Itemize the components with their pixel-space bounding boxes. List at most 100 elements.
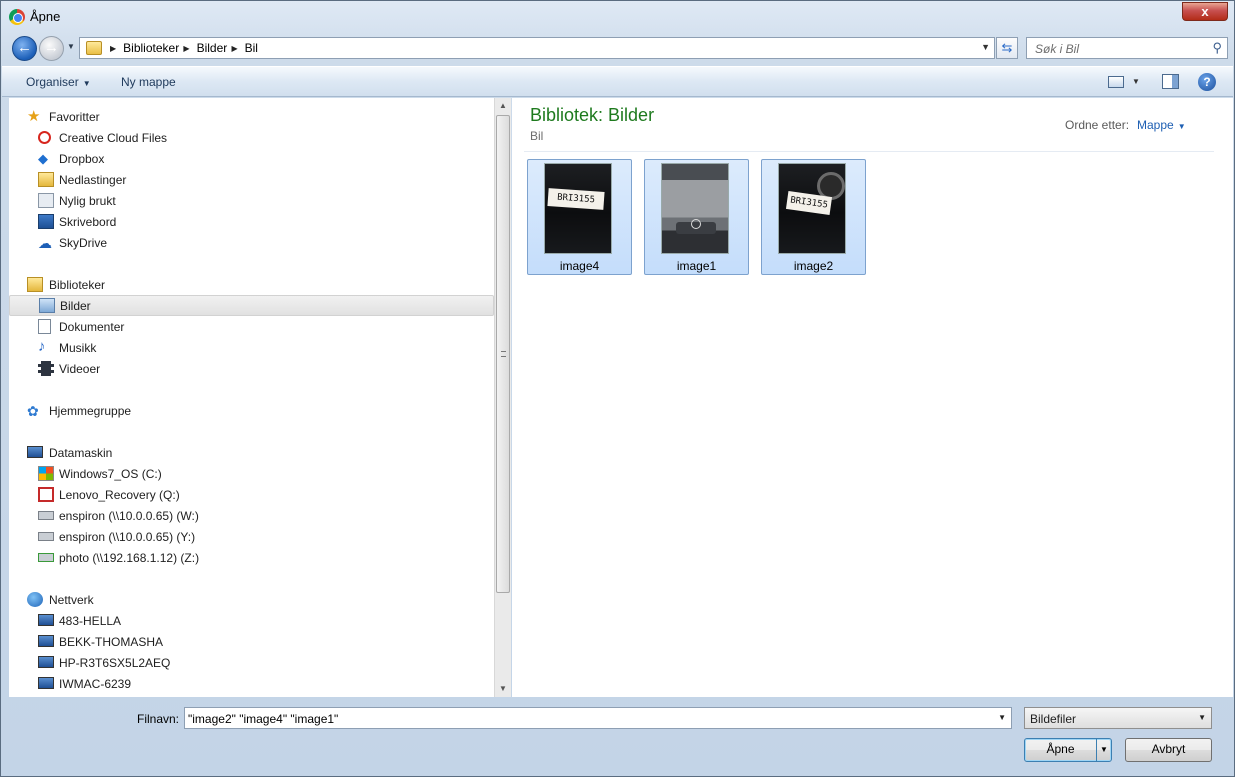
image-thumbnail xyxy=(661,163,729,254)
open-label: Åpne xyxy=(1046,742,1075,756)
divider xyxy=(524,151,1214,152)
file-tile-image2[interactable]: BRI3155 image2 xyxy=(761,159,866,275)
breadcrumb-chevron-icon[interactable]: ▶ xyxy=(110,44,116,53)
new-folder-button[interactable]: Ny mappe xyxy=(121,75,176,89)
downloads-folder-icon xyxy=(38,172,54,187)
file-type-select[interactable]: Bildefiler ▼ xyxy=(1024,707,1212,729)
breadcrumb-bilder[interactable]: Bilder xyxy=(197,41,228,55)
music-note-icon: ♪ xyxy=(38,338,46,355)
filename-value: "image2" "image4" "image1" xyxy=(188,712,339,726)
nav-item-creative-cloud[interactable]: Creative Cloud Files xyxy=(9,127,494,148)
close-button[interactable]: x xyxy=(1182,2,1228,21)
nav-homegroup[interactable]: ✿ Hjemmegruppe xyxy=(9,400,494,421)
homegroup-icon: ✿ xyxy=(27,403,39,419)
nav-item-drive-c[interactable]: Windows7_OS (C:) xyxy=(9,463,494,484)
open-options-chevron-icon[interactable]: ▼ xyxy=(1096,739,1111,761)
recovery-drive-icon xyxy=(38,487,54,502)
disconnected-network-drive-icon xyxy=(38,532,54,541)
nav-item-network-computer[interactable]: IWMAC-6239 xyxy=(9,673,494,694)
sort-by-dropdown[interactable]: Mappe ▼ xyxy=(1137,118,1186,132)
organise-menu-button[interactable]: Organiser ▼ xyxy=(26,75,91,89)
navigation-pane: ★ Favoritter Creative Cloud Files ◆ Drop… xyxy=(9,98,494,697)
nav-item-drive-y[interactable]: enspiron (\\10.0.0.65) (Y:) xyxy=(9,526,494,547)
network-drive-icon xyxy=(38,553,54,562)
preview-pane-icon[interactable] xyxy=(1162,74,1179,89)
pictures-library-icon xyxy=(39,298,55,313)
sort-value: Mappe xyxy=(1137,118,1174,132)
file-name: image1 xyxy=(676,259,717,273)
refresh-button[interactable]: ⇆ xyxy=(996,37,1018,59)
videos-library-icon xyxy=(38,361,54,376)
nav-item-videos[interactable]: Videoer xyxy=(9,358,494,379)
nav-item-network-computer[interactable]: HP-R3T6SX5L2AEQ xyxy=(9,652,494,673)
organise-label: Organiser xyxy=(26,75,79,89)
search-input[interactable]: Søk i Bil ⚲ xyxy=(1026,37,1228,59)
plate-note: BRI3155 xyxy=(547,188,605,210)
scroll-up-arrow-icon[interactable]: ▲ xyxy=(495,98,511,114)
chevron-down-icon[interactable]: ▼ xyxy=(998,713,1006,722)
help-icon[interactable]: ? xyxy=(1198,73,1216,91)
dialog-title: Åpne xyxy=(30,9,61,24)
breadcrumb-bil[interactable]: Bil xyxy=(245,41,258,55)
scrollbar-thumb[interactable] xyxy=(496,115,510,593)
nav-computer[interactable]: Datamaskin xyxy=(9,442,494,463)
nav-item-recent[interactable]: Nylig brukt xyxy=(9,190,494,211)
file-name: image2 xyxy=(793,259,834,273)
nav-item-drive-q[interactable]: Lenovo_Recovery (Q:) xyxy=(9,484,494,505)
chrome-icon xyxy=(9,9,25,25)
documents-library-icon xyxy=(38,319,51,334)
filename-input[interactable]: "image2" "image4" "image1" ▼ xyxy=(184,707,1012,729)
libraries-icon xyxy=(27,277,43,292)
computer-icon xyxy=(27,446,43,458)
view-options-chevron-icon[interactable]: ▼ xyxy=(1132,77,1140,86)
windows-drive-icon xyxy=(38,466,54,481)
nav-item-pictures[interactable]: Bilder xyxy=(9,295,494,316)
nav-favorites[interactable]: ★ Favoritter xyxy=(9,106,494,127)
nav-item-dropbox[interactable]: ◆ Dropbox xyxy=(9,148,494,169)
dropbox-icon: ◆ xyxy=(38,151,48,166)
breadcrumb-biblioteker[interactable]: Biblioteker xyxy=(123,41,179,55)
chevron-down-icon[interactable]: ▼ xyxy=(1198,713,1206,722)
grip-icon xyxy=(501,351,506,357)
car-badge xyxy=(691,219,701,229)
nav-item-desktop[interactable]: Skrivebord xyxy=(9,211,494,232)
address-bar[interactable]: ▶ Biblioteker ▶ Bilder ▶ Bil ▼ xyxy=(79,37,995,59)
file-tile-image4[interactable]: BRI3155 image4 xyxy=(527,159,632,275)
breadcrumb-chevron-icon[interactable]: ▶ xyxy=(229,44,237,53)
sort-label: Ordne etter: xyxy=(1065,118,1130,132)
nav-item-drive-z[interactable]: photo (\\192.168.1.12) (Z:) xyxy=(9,547,494,568)
file-tile-image1[interactable]: image1 xyxy=(644,159,749,275)
back-button[interactable]: ← xyxy=(12,36,37,61)
nav-libraries[interactable]: Biblioteker xyxy=(9,274,494,295)
nav-item-network-computer[interactable]: 483-HELLA xyxy=(9,610,494,631)
search-icon[interactable]: ⚲ xyxy=(1212,40,1222,56)
desktop-icon xyxy=(38,214,54,229)
computer-icon xyxy=(38,614,54,626)
file-type-value: Bildefiler xyxy=(1030,712,1077,726)
chevron-down-icon: ▼ xyxy=(1177,122,1186,131)
disconnected-network-drive-icon xyxy=(38,511,54,520)
cancel-button[interactable]: Avbryt xyxy=(1125,738,1212,762)
navigation-scrollbar[interactable]: ▲ ▼ xyxy=(494,98,511,697)
nav-item-downloads[interactable]: Nedlastinger xyxy=(9,169,494,190)
recent-pages-button[interactable]: ▼ xyxy=(67,42,75,51)
nav-item-network-computer[interactable]: BEKK-THOMASHA xyxy=(9,631,494,652)
nav-item-documents[interactable]: Dokumenter xyxy=(9,316,494,337)
breadcrumb-chevron-icon[interactable]: ▶ xyxy=(181,44,189,53)
nav-network[interactable]: Nettverk xyxy=(9,589,494,610)
creative-cloud-icon xyxy=(38,131,51,144)
image-thumbnail: BRI3155 xyxy=(778,163,846,254)
network-globe-icon xyxy=(27,592,43,607)
forward-button[interactable]: → xyxy=(39,36,64,61)
file-name: image4 xyxy=(559,259,600,273)
nav-item-music[interactable]: ♪ Musikk xyxy=(9,337,494,358)
change-view-icon[interactable] xyxy=(1108,76,1124,88)
address-dropdown-icon[interactable]: ▼ xyxy=(981,42,990,52)
skydrive-cloud-icon: ☁ xyxy=(38,235,52,251)
scroll-down-arrow-icon[interactable]: ▼ xyxy=(495,681,511,697)
library-subtitle: Bil xyxy=(530,129,544,143)
recent-places-icon xyxy=(38,193,54,208)
nav-item-skydrive[interactable]: ☁ SkyDrive xyxy=(9,232,494,253)
nav-item-drive-w[interactable]: enspiron (\\10.0.0.65) (W:) xyxy=(9,505,494,526)
open-button[interactable]: Åpne ▼ xyxy=(1024,738,1112,762)
